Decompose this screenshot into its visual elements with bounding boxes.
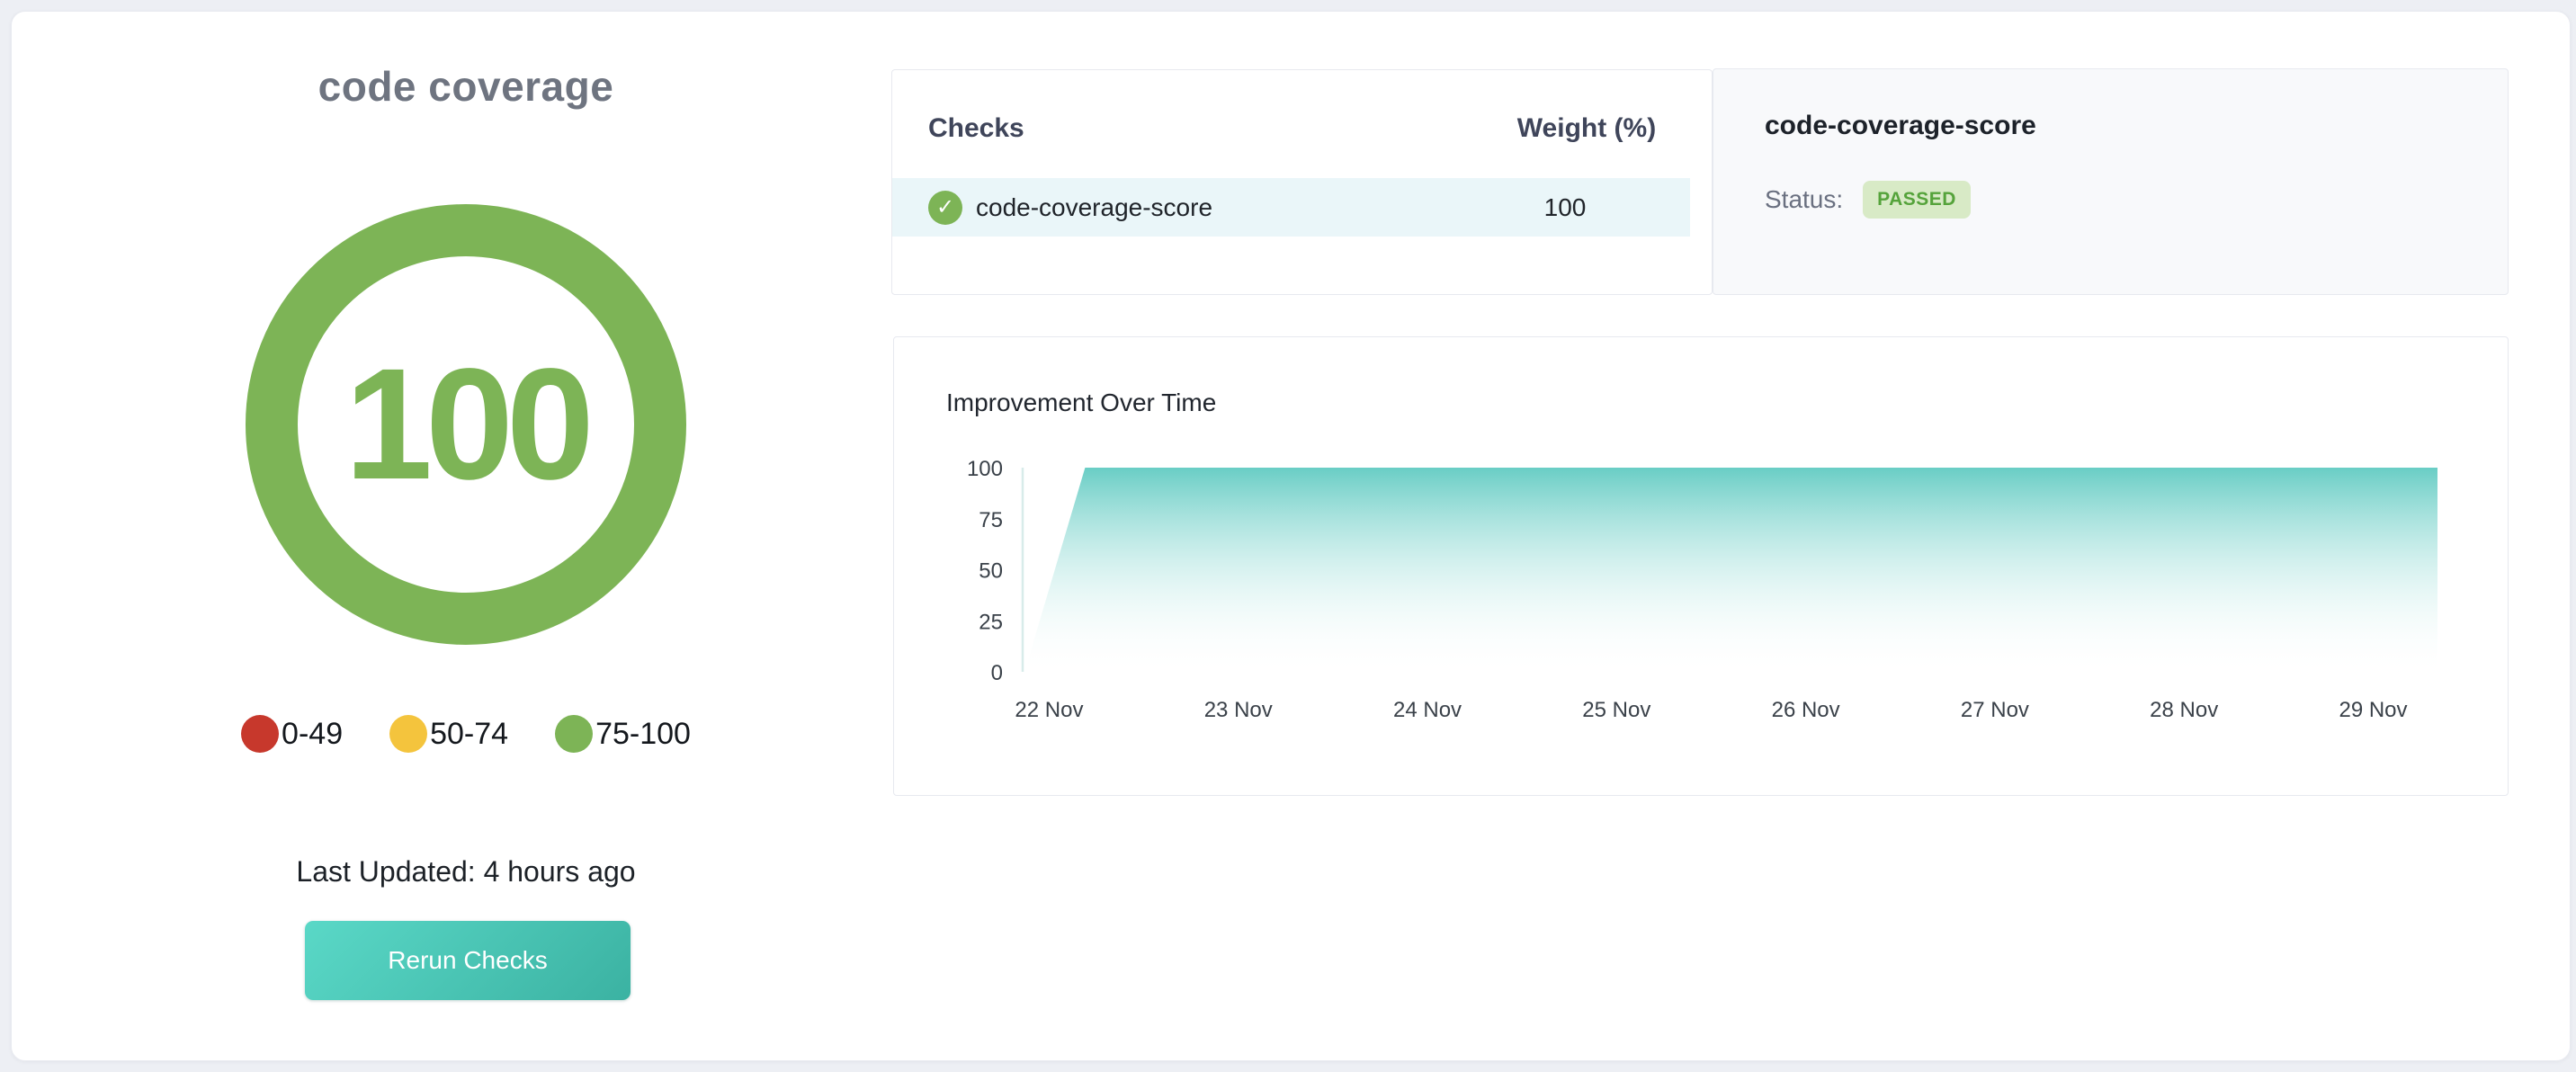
table-row[interactable]: ✓ code-coverage-score 100 bbox=[892, 178, 1690, 237]
legend-dot-red bbox=[241, 715, 279, 753]
x-tick-label: 23 Nov bbox=[1204, 698, 1273, 722]
legend-label: 75-100 bbox=[595, 717, 691, 752]
y-tick-label: 75 bbox=[979, 508, 1003, 532]
check-name: code-coverage-score bbox=[976, 193, 1212, 222]
x-tick-label: 28 Nov bbox=[2150, 698, 2218, 722]
improvement-chart-panel: Improvement Over Time 0 25 50 75 100 22 Nov 23… bbox=[893, 336, 2509, 796]
legend-label: 0-49 bbox=[282, 717, 343, 752]
checks-table-panel: Checks Weight (%) ✓ code-coverage-score … bbox=[891, 69, 1713, 295]
check-detail-panel: code-coverage-score Status: PASSED bbox=[1713, 68, 2509, 295]
legend-item-low: 0-49 bbox=[241, 715, 343, 753]
legend-label: 50-74 bbox=[430, 717, 508, 752]
check-name-cell: ✓ code-coverage-score bbox=[928, 191, 1462, 225]
legend-item-mid: 50-74 bbox=[389, 715, 508, 753]
page-title: code coverage bbox=[169, 62, 763, 111]
legend-dot-yellow bbox=[389, 715, 427, 753]
y-tick-label: 50 bbox=[979, 559, 1003, 584]
score-legend: 0-49 50-74 75-100 bbox=[169, 715, 763, 753]
y-tick-label: 0 bbox=[991, 661, 1003, 685]
coverage-card: code coverage 100 0-49 50-74 75-100 Last… bbox=[11, 11, 2571, 1061]
x-tick-label: 27 Nov bbox=[1961, 698, 2029, 722]
checks-table-header: Checks Weight (%) bbox=[892, 70, 1712, 178]
status-label: Status: bbox=[1765, 185, 1843, 214]
column-header-checks: Checks bbox=[928, 113, 1483, 144]
check-weight-cell: 100 bbox=[1462, 193, 1668, 222]
improvement-chart: 0 25 50 75 100 22 Nov 23 Nov 24 Nov 25 Nov 26 Nov… bbox=[923, 459, 2466, 737]
check-detail-title: code-coverage-score bbox=[1765, 111, 2472, 141]
y-tick-label: 25 bbox=[979, 610, 1003, 634]
legend-dot-green bbox=[555, 715, 593, 753]
x-tick-label: 26 Nov bbox=[1772, 698, 1840, 722]
x-tick-label: 29 Nov bbox=[2339, 698, 2407, 722]
score-value: 100 bbox=[344, 345, 587, 504]
column-header-weight: Weight (%) bbox=[1483, 113, 1690, 144]
status-badge: PASSED bbox=[1863, 181, 1971, 219]
status-row: Status: PASSED bbox=[1765, 181, 2472, 219]
score-gauge: 100 bbox=[246, 204, 686, 645]
last-updated-text: Last Updated: 4 hours ago bbox=[169, 855, 763, 889]
legend-item-high: 75-100 bbox=[555, 715, 691, 753]
y-tick-label: 100 bbox=[967, 459, 1003, 481]
x-tick-label: 25 Nov bbox=[1582, 698, 1650, 722]
rerun-checks-button[interactable]: Rerun Checks bbox=[305, 921, 631, 1000]
x-tick-label: 22 Nov bbox=[1015, 698, 1083, 722]
chart-title: Improvement Over Time bbox=[946, 389, 1216, 417]
area-series bbox=[1024, 468, 2437, 672]
x-tick-label: 24 Nov bbox=[1393, 698, 1462, 722]
check-circle-icon: ✓ bbox=[928, 191, 962, 225]
